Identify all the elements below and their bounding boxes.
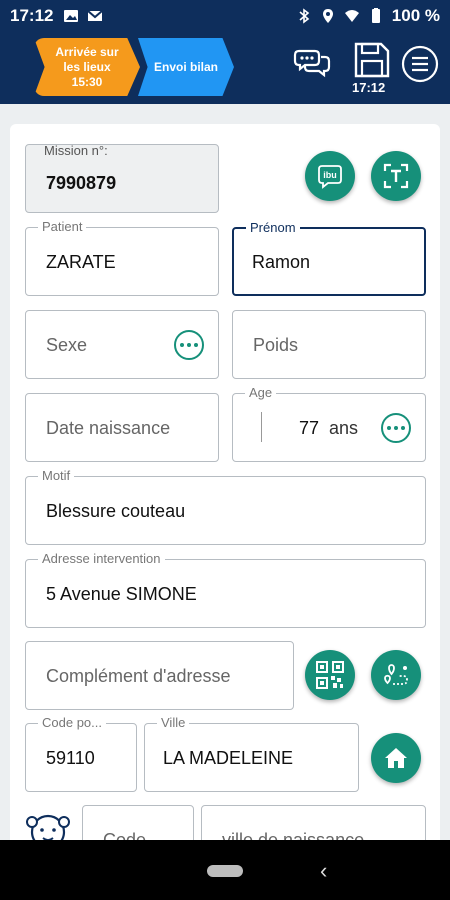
location-icon bbox=[322, 9, 333, 23]
first-name-label: Prénom bbox=[246, 220, 300, 236]
age-options-button[interactable] bbox=[381, 413, 411, 443]
save-time: 17:12 bbox=[352, 80, 386, 95]
content-area: Mission n°: 7990879 ibu Patient ZARATE P… bbox=[0, 104, 450, 840]
reason-field[interactable]: Motif Blessure couteau bbox=[25, 468, 426, 545]
app-header: Arrivée sur les lieux 15:30 Envoi bilan … bbox=[0, 32, 450, 104]
first-name-value: Ramon bbox=[252, 252, 311, 272]
birth-date-field[interactable]: Date naissance bbox=[25, 393, 219, 462]
gmail-icon bbox=[87, 10, 104, 21]
home-button[interactable] bbox=[371, 733, 421, 783]
qr-code-icon bbox=[316, 661, 344, 689]
weight-field[interactable]: Poids bbox=[232, 310, 426, 379]
sex-options-button[interactable] bbox=[174, 330, 204, 360]
menu-button[interactable] bbox=[400, 44, 440, 84]
scan-text-icon bbox=[383, 163, 409, 189]
battery-level: 100 % bbox=[391, 6, 440, 25]
address-complement-field[interactable]: Complément d'adresse bbox=[25, 641, 294, 710]
system-navigation-bar: ‹ bbox=[0, 840, 450, 900]
address-value: 5 Avenue SIMONE bbox=[46, 584, 197, 604]
postal-code-value: 59110 bbox=[46, 748, 95, 768]
sex-placeholder: Sexe bbox=[46, 335, 88, 355]
age-value: 77 bbox=[299, 418, 320, 438]
birth-postal-code-placeholder: Code bbox=[103, 830, 147, 840]
save-icon bbox=[354, 42, 390, 78]
back-icon[interactable]: ‹ bbox=[320, 858, 327, 884]
menu-icon bbox=[401, 45, 439, 83]
birth-date-placeholder: Date naissance bbox=[46, 418, 171, 438]
postal-code-label: Code po... bbox=[38, 715, 106, 731]
save-button[interactable] bbox=[352, 40, 392, 80]
birth-city-placeholder: ville de naissance bbox=[222, 830, 365, 840]
mission-number-label: Mission n°: bbox=[44, 143, 108, 158]
patient-name-field[interactable]: Patient ZARATE bbox=[25, 219, 219, 296]
sex-field[interactable]: Sexe bbox=[25, 310, 219, 379]
age-unit: ans bbox=[329, 418, 359, 438]
age-label: Age bbox=[245, 385, 277, 401]
patient-name-value: ZARATE bbox=[46, 252, 116, 272]
mission-number-value: 7990879 bbox=[46, 173, 117, 193]
address-complement-placeholder: Complément d'adresse bbox=[46, 666, 231, 686]
city-label: Ville bbox=[157, 715, 190, 731]
home-gesture-pill[interactable] bbox=[207, 865, 243, 877]
baby-avatar-icon bbox=[26, 814, 70, 840]
step-send-report-button[interactable]: Envoi bilan bbox=[138, 38, 234, 96]
patient-name-label: Patient bbox=[38, 219, 87, 235]
mission-number-field: Mission n°: 7990879 bbox=[25, 143, 219, 213]
step-arrival-button[interactable]: Arrivée sur les lieux 15:30 bbox=[34, 38, 140, 96]
battery-icon bbox=[371, 8, 380, 23]
weight-placeholder: Poids bbox=[253, 335, 299, 355]
first-name-field[interactable]: Prénom Ramon bbox=[232, 220, 426, 296]
age-field[interactable]: Age 77 ans bbox=[232, 385, 426, 462]
reason-value: Blessure couteau bbox=[46, 501, 186, 521]
status-time: 17:12 bbox=[10, 6, 54, 25]
text-cursor bbox=[261, 412, 263, 442]
patient-card: Mission n°: 7990879 ibu Patient ZARATE P… bbox=[10, 124, 440, 840]
address-field[interactable]: Adresse intervention 5 Avenue SIMONE bbox=[25, 551, 426, 628]
status-bar: 17:12 100 % bbox=[0, 0, 450, 32]
wifi-icon bbox=[344, 10, 359, 22]
step-send-report-label: Envoi bilan bbox=[153, 59, 218, 74]
reason-label: Motif bbox=[38, 468, 75, 484]
chat-button[interactable] bbox=[292, 44, 332, 84]
step-arrival-line3: 15:30 bbox=[71, 74, 103, 89]
birth-city-field[interactable]: ville de naissance bbox=[201, 805, 426, 840]
postal-code-field[interactable]: Code po... 59110 bbox=[25, 715, 137, 792]
route-icon bbox=[384, 664, 408, 685]
image-icon bbox=[64, 10, 79, 22]
svg-text:ibu: ibu bbox=[323, 170, 337, 180]
step-arrival-line1: Arrivée sur bbox=[55, 44, 119, 59]
bluetooth-icon bbox=[299, 8, 310, 24]
ibu-button[interactable]: ibu bbox=[305, 151, 355, 201]
chat-icon bbox=[293, 49, 331, 78]
address-label: Adresse intervention bbox=[38, 551, 165, 567]
qr-code-button[interactable] bbox=[305, 650, 355, 700]
home-icon bbox=[385, 748, 407, 768]
ibu-icon: ibu bbox=[318, 165, 342, 189]
route-button[interactable] bbox=[371, 650, 421, 700]
city-field[interactable]: Ville LA MADELEINE bbox=[144, 715, 359, 792]
birth-postal-code-field[interactable]: Code bbox=[82, 805, 194, 840]
scan-text-button[interactable] bbox=[371, 151, 421, 201]
step-arrival-line2: les lieux bbox=[63, 59, 111, 74]
city-value: LA MADELEINE bbox=[163, 748, 294, 768]
